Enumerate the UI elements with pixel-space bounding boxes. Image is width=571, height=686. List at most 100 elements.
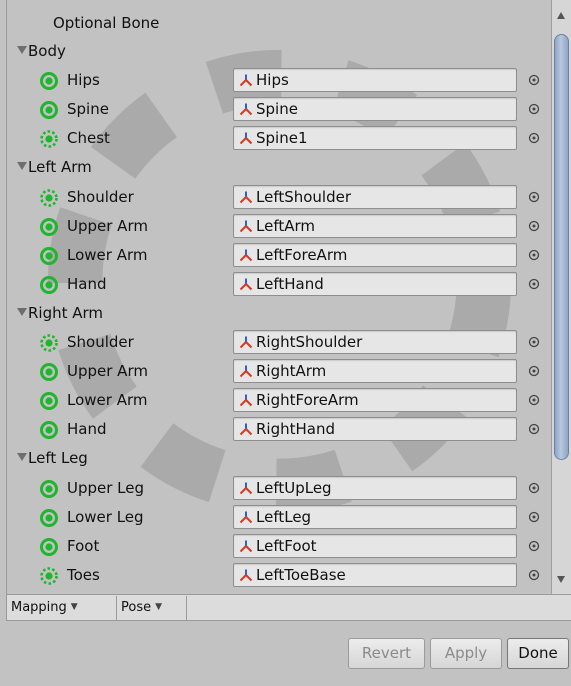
required-bone-icon[interactable] <box>39 362 59 382</box>
required-bone-icon[interactable] <box>39 420 59 440</box>
optional-bone-icon[interactable] <box>39 333 59 353</box>
bone-transform-value: RightShoulder <box>256 333 363 351</box>
object-picker-icon[interactable] <box>528 103 540 115</box>
foldout-triangle-icon[interactable] <box>17 307 27 316</box>
required-bone-icon[interactable] <box>39 537 59 557</box>
transform-icon <box>239 278 253 291</box>
bone-label: Spine <box>67 100 109 119</box>
mapping-dropdown-label: Mapping <box>11 600 67 615</box>
object-picker-icon[interactable] <box>528 132 540 144</box>
bone-transform-field[interactable]: RightHand <box>233 417 517 442</box>
bone-row: Foot LeftFoot <box>7 532 551 561</box>
revert-button[interactable]: Revert <box>348 638 425 669</box>
bone-label: Foot <box>67 536 100 555</box>
required-bone-icon[interactable] <box>39 275 59 295</box>
bone-row: Lower Arm LeftForeArm <box>7 241 551 270</box>
object-picker-icon[interactable] <box>528 278 540 290</box>
bone-transform-field[interactable]: LeftShoulder <box>233 184 517 209</box>
bone-row: Lower Leg LeftLeg <box>7 503 551 532</box>
foldout-triangle-icon[interactable] <box>17 453 27 462</box>
object-picker-icon[interactable] <box>528 394 540 406</box>
mapping-dropdown[interactable]: Mapping ▼ <box>7 596 117 620</box>
bone-label: Lower Arm <box>67 391 148 410</box>
group-header[interactable]: Right Arm <box>7 299 551 328</box>
bone-transform-field[interactable]: LeftFoot <box>233 533 517 558</box>
object-picker-icon[interactable] <box>528 540 540 552</box>
bone-transform-field[interactable]: LeftHand <box>233 271 517 296</box>
object-picker-icon[interactable] <box>528 569 540 581</box>
scroll-thumb[interactable] <box>554 34 569 460</box>
bone-label: Shoulder <box>67 187 134 206</box>
object-picker-icon[interactable] <box>528 249 540 261</box>
optional-bone-icon[interactable] <box>39 566 59 586</box>
required-bone-icon[interactable] <box>39 217 59 237</box>
bone-row: Lower Arm RightForeArm <box>7 386 551 415</box>
bone-transform-field[interactable]: LeftArm <box>233 213 517 238</box>
bone-row: Upper Arm LeftArm <box>7 212 551 241</box>
required-bone-icon[interactable] <box>39 100 59 120</box>
foldout-triangle-icon[interactable] <box>17 162 27 171</box>
bone-transform-field[interactable]: Hips <box>233 68 517 93</box>
required-bone-icon[interactable] <box>39 479 59 499</box>
object-picker-icon[interactable] <box>528 511 540 523</box>
object-picker-icon[interactable] <box>528 191 540 203</box>
object-picker-icon[interactable] <box>528 482 540 494</box>
required-bone-icon[interactable] <box>39 246 59 266</box>
bone-label: Shoulder <box>67 333 134 351</box>
bone-transform-field[interactable]: LeftLeg <box>233 504 517 529</box>
bone-transform-field[interactable]: RightShoulder <box>233 330 517 354</box>
bone-row: Shoulder LeftShoulder <box>7 183 551 212</box>
transform-icon <box>239 103 253 116</box>
optional-bone-icon[interactable] <box>39 129 59 149</box>
bone-label: Hand <box>67 274 107 293</box>
scroll-down-arrow-icon[interactable] <box>552 564 571 594</box>
group-header[interactable]: Body <box>7 37 551 66</box>
bone-transform-field[interactable]: RightForeArm <box>233 388 517 413</box>
bone-transform-field[interactable]: RightArm <box>233 359 517 384</box>
bone-transform-field[interactable]: LeftToeBase <box>233 562 517 587</box>
required-bone-icon[interactable] <box>39 71 59 91</box>
apply-button[interactable]: Apply <box>430 638 502 669</box>
bone-transform-field[interactable]: LeftForeArm <box>233 242 517 267</box>
done-button[interactable]: Done <box>507 638 569 669</box>
bone-label: Upper Arm <box>67 362 148 381</box>
bone-transform-field[interactable]: Spine1 <box>233 126 517 151</box>
object-picker-icon[interactable] <box>528 220 540 232</box>
bone-transform-value: LeftForeArm <box>256 245 348 264</box>
bone-transform-field[interactable]: LeftUpLeg <box>233 475 517 500</box>
bone-row: Toes LeftToeBase <box>7 561 551 590</box>
required-bone-icon[interactable] <box>39 391 59 411</box>
bone-label: Upper Arm <box>67 216 148 235</box>
bone-transform-value: LeftShoulder <box>256 187 352 206</box>
bone-transform-value: Spine1 <box>256 129 308 148</box>
bone-transform-value: Hips <box>256 71 289 90</box>
optional-bone-icon[interactable] <box>39 188 59 208</box>
bone-transform-field[interactable]: Spine <box>233 97 517 122</box>
pose-dropdown[interactable]: Pose ▼ <box>117 596 187 620</box>
bone-label: Toes <box>67 565 100 584</box>
group-header[interactable]: Left Arm <box>7 153 551 182</box>
bone-transform-value: Spine <box>256 100 298 119</box>
group-label: Right Arm <box>28 303 104 322</box>
object-picker-icon[interactable] <box>528 423 540 435</box>
transform-icon <box>239 540 253 552</box>
object-picker-icon[interactable] <box>528 336 540 348</box>
group-header[interactable]: Left Leg <box>7 444 551 473</box>
bone-row: Hand RightHand <box>7 415 551 444</box>
bone-transform-value: LeftHand <box>256 274 324 293</box>
bottom-toolbar: Mapping ▼ Pose ▼ <box>6 594 571 621</box>
foldout-triangle-icon[interactable] <box>17 46 27 54</box>
object-picker-icon[interactable] <box>528 365 540 377</box>
required-bone-icon[interactable] <box>39 508 59 528</box>
transform-icon <box>239 132 253 145</box>
chevron-down-icon: ▼ <box>155 602 163 612</box>
vertical-scrollbar[interactable] <box>551 0 571 594</box>
transform-icon <box>239 511 253 523</box>
object-picker-icon[interactable] <box>528 74 540 86</box>
transform-icon <box>239 394 253 407</box>
bone-transform-value: LeftFoot <box>256 536 317 555</box>
bone-transform-value: RightArm <box>256 362 327 381</box>
avatar-mapping-panel: Optional Bone Body Hips Hips Spine Spine Ches… <box>0 0 571 686</box>
bone-label: Hips <box>67 71 100 90</box>
scroll-up-arrow-icon[interactable] <box>552 0 571 30</box>
